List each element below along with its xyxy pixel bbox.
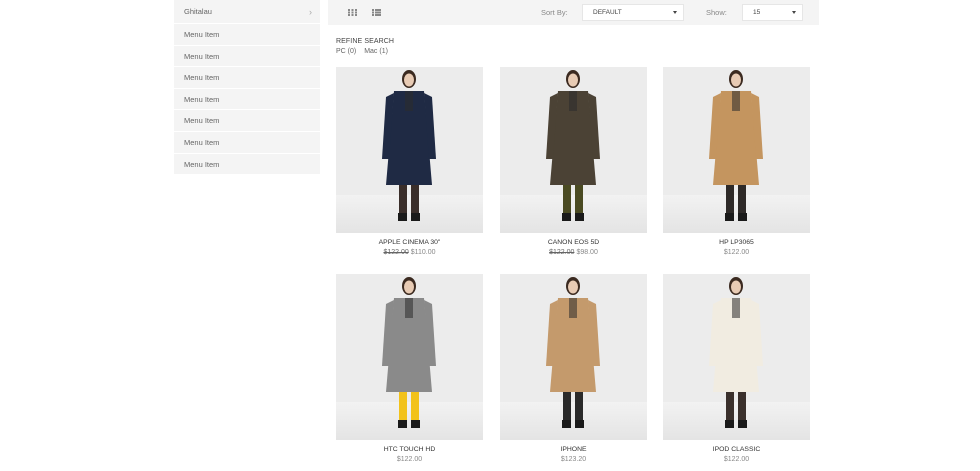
product-card: IPOD CLASSIC $122.00	[663, 274, 810, 463]
sidebar-item-category[interactable]: Ghitalau ›	[174, 0, 320, 24]
sidebar-item-label: Menu Item	[184, 94, 220, 104]
product-price: $122.00 $110.00	[336, 249, 483, 256]
sidebar-item-label: Ghitalau	[184, 7, 212, 16]
sidebar-menu-item[interactable]: Menu Item	[174, 132, 320, 154]
chevron-right-icon: ›	[309, 7, 312, 17]
refine-link-pc[interactable]: PC (0)	[336, 48, 356, 55]
product-price: $122.00	[663, 249, 810, 256]
sidebar-menu-item[interactable]: Menu Item	[174, 89, 320, 111]
sort-select-value: DEFAULT	[593, 9, 622, 16]
product-card: CANON EOS 5D $122.00 $98.00	[500, 67, 647, 256]
refine-search-title: REFINE SEARCH	[336, 38, 395, 45]
product-image[interactable]	[336, 67, 483, 233]
sidebar-item-label: Menu Item	[184, 51, 220, 61]
product-image[interactable]	[336, 274, 483, 440]
sidebar-menu-item[interactable]: Menu Item	[174, 154, 320, 176]
sidebar-item-label: Menu Item	[184, 30, 220, 39]
sidebar-item-label: Menu Item	[184, 116, 220, 126]
refine-link-mac[interactable]: Mac (1)	[364, 48, 388, 55]
caret-down-icon	[792, 11, 796, 14]
product-image[interactable]	[663, 67, 810, 233]
product-name[interactable]: IPOD CLASSIC	[663, 446, 810, 453]
product-name[interactable]: HTC TOUCH HD	[336, 446, 483, 453]
sidebar-menu-item[interactable]: Menu Item	[174, 24, 320, 46]
refine-links: PC (0) Mac (1)	[336, 48, 394, 55]
product-current-price: $110.00	[410, 249, 436, 256]
product-price: $122.00	[336, 456, 483, 463]
product-current-price: $98.00	[576, 249, 598, 256]
show-select-value: 15	[753, 9, 761, 16]
product-price: $123.20	[500, 456, 647, 463]
product-image[interactable]	[500, 67, 647, 233]
sidebar-item-label: Menu Item	[184, 159, 220, 169]
product-name[interactable]: IPHONE	[500, 446, 647, 453]
product-name[interactable]: CANON EOS 5D	[500, 239, 647, 246]
list-view-icon[interactable]	[372, 9, 381, 16]
product-current-price: $122.00	[723, 456, 750, 463]
product-card: APPLE CINEMA 30" $122.00 $110.00	[336, 67, 483, 256]
product-image[interactable]	[663, 274, 810, 440]
product-image[interactable]	[500, 274, 647, 440]
product-current-price: $122.00	[723, 249, 750, 256]
product-current-price: $123.20	[560, 456, 587, 463]
product-current-price: $122.00	[396, 456, 423, 463]
sort-select[interactable]: DEFAULT	[582, 4, 684, 21]
show-label: Show:	[706, 8, 727, 17]
caret-down-icon	[673, 11, 677, 14]
product-old-price: $122.00	[383, 249, 409, 256]
product-toolbar: Sort By: DEFAULT Show: 15	[328, 0, 819, 25]
product-card: HP LP3065 $122.00	[663, 67, 810, 256]
product-card: IPHONE $123.20	[500, 274, 647, 463]
product-price: $122.00	[663, 456, 810, 463]
product-price: $122.00 $98.00	[500, 249, 647, 256]
sort-label: Sort By:	[541, 8, 568, 17]
category-sidebar: Ghitalau › Menu Item Menu Item Menu Item…	[174, 0, 320, 176]
sidebar-item-label: Menu Item	[184, 73, 220, 83]
product-name[interactable]: HP LP3065	[663, 239, 810, 246]
grid-view-icon[interactable]	[348, 9, 357, 16]
sidebar-menu-item[interactable]: Menu Item	[174, 67, 320, 89]
product-old-price: $122.00	[549, 249, 575, 256]
sidebar-menu-item[interactable]: Menu Item	[174, 46, 320, 68]
sidebar-item-label: Menu Item	[184, 137, 220, 147]
sidebar-menu-item[interactable]: Menu Item	[174, 110, 320, 132]
show-limit-select[interactable]: 15	[742, 4, 803, 21]
product-card: HTC TOUCH HD $122.00	[336, 274, 483, 463]
product-name[interactable]: APPLE CINEMA 30"	[336, 239, 483, 246]
